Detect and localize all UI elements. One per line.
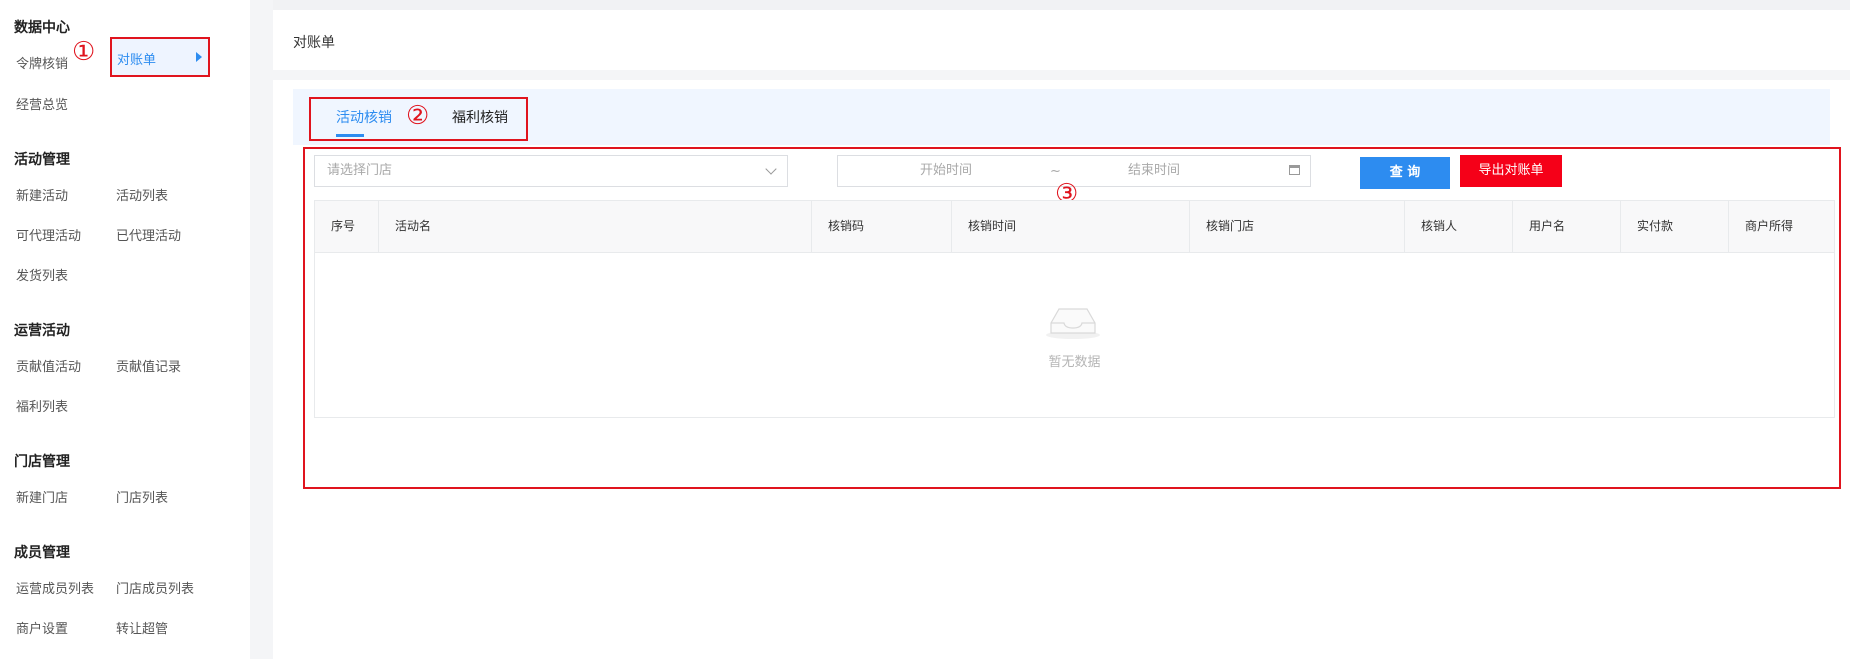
annotation-two: ② <box>406 101 430 131</box>
sidebar-item-activity-list[interactable]: 活动列表 <box>116 185 168 204</box>
annotation-box-filters-table <box>303 147 1841 489</box>
sidebar-item-contribution-record[interactable]: 贡献值记录 <box>116 356 181 375</box>
sidebar-item-proxyable-activity[interactable]: 可代理活动 <box>16 225 81 244</box>
page-title: 对账单 <box>293 35 335 51</box>
caret-right-icon <box>196 52 202 62</box>
group-title-activity-mgmt: 活动管理 <box>14 152 70 168</box>
sidebar-item-business-overview[interactable]: 经营总览 <box>16 94 68 113</box>
sidebar-item-statement-label: 对账单 <box>117 53 157 68</box>
sidebar-item-welfare-list[interactable]: 福利列表 <box>16 396 68 415</box>
sidebar-item-shipping-list[interactable]: 发货列表 <box>16 265 68 284</box>
sidebar-item-store-list[interactable]: 门店列表 <box>116 487 168 506</box>
sidebar-item-new-store[interactable]: 新建门店 <box>16 487 68 506</box>
sidebar: 数据中心 令牌核销 对账单 经营总览 活动管理 新建活动 活动列表 可代理活动 … <box>0 0 250 659</box>
group-title-data-center: 数据中心 <box>14 20 70 36</box>
sidebar-item-token-verify[interactable]: 令牌核销 <box>16 53 68 72</box>
sidebar-gutter <box>250 0 273 659</box>
sidebar-item-transfer-admin[interactable]: 转让超管 <box>116 618 168 637</box>
sidebar-item-proxied-activity[interactable]: 已代理活动 <box>116 225 181 244</box>
sidebar-item-contribution-activity[interactable]: 贡献值活动 <box>16 356 81 375</box>
sidebar-item-statement-active[interactable]: 对账单 <box>110 37 210 77</box>
sidebar-item-store-members[interactable]: 门店成员列表 <box>116 578 194 597</box>
group-title-store-mgmt: 门店管理 <box>14 454 70 470</box>
divider <box>273 70 1850 80</box>
group-title-ops-activity: 运营活动 <box>14 323 70 339</box>
sidebar-item-new-activity[interactable]: 新建活动 <box>16 185 68 204</box>
annotation-one: ① <box>72 37 96 67</box>
sidebar-item-merchant-settings[interactable]: 商户设置 <box>16 618 68 637</box>
sidebar-item-ops-members[interactable]: 运营成员列表 <box>16 578 94 597</box>
group-title-member-mgmt: 成员管理 <box>14 545 70 561</box>
